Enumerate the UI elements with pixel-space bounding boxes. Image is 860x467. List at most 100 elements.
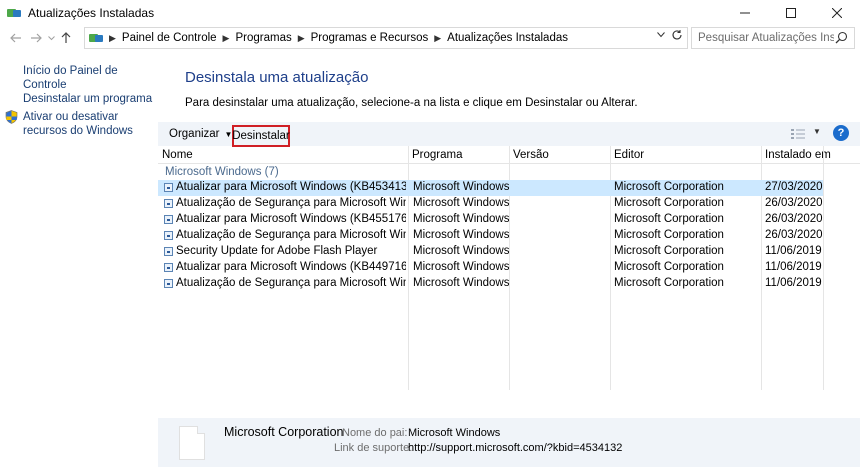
view-options-button[interactable] bbox=[791, 128, 805, 143]
cell-installed: 11/06/2019 bbox=[765, 245, 822, 257]
organize-label: Organizar bbox=[169, 128, 220, 140]
cell-publisher: Microsoft Corporation bbox=[614, 261, 724, 273]
close-button[interactable] bbox=[814, 0, 860, 26]
cell-installed: 26/03/2020 bbox=[765, 229, 823, 241]
column-divider[interactable] bbox=[823, 146, 824, 390]
update-icon bbox=[164, 263, 173, 272]
search-icon[interactable] bbox=[835, 31, 848, 47]
up-button[interactable] bbox=[56, 27, 76, 49]
cell-program: Microsoft Windows bbox=[413, 261, 510, 273]
help-button[interactable]: ? bbox=[833, 125, 849, 141]
column-header-installed[interactable]: Instalado em bbox=[765, 149, 831, 161]
uninstall-program-link[interactable]: Desinstalar um programa bbox=[23, 92, 152, 106]
minimize-icon bbox=[740, 12, 750, 14]
cell-program: Microsoft Windows bbox=[413, 181, 510, 193]
breadcrumb-item[interactable]: Programas e Recursos bbox=[311, 32, 429, 44]
maximize-icon bbox=[786, 8, 796, 18]
page-title: Desinstala uma atualização bbox=[185, 69, 369, 86]
update-icon bbox=[164, 215, 173, 224]
breadcrumb-item[interactable]: Painel de Controle bbox=[122, 32, 217, 44]
update-icon bbox=[164, 247, 173, 256]
table-row[interactable]: Atualizar para Microsoft Windows (KB4534… bbox=[158, 180, 823, 196]
cell-installed: 27/03/2020 bbox=[765, 181, 823, 193]
details-publisher: Microsoft Corporation bbox=[224, 425, 344, 439]
control-panel-home-link[interactable]: Início do Painel de Controle bbox=[23, 64, 158, 92]
details-view-icon bbox=[791, 129, 805, 139]
cell-name: Security Update for Adobe Flash Player bbox=[176, 245, 378, 257]
address-dropdown-button[interactable] bbox=[657, 30, 665, 41]
parent-name-label: Nome do pai: bbox=[342, 427, 408, 439]
shield-icon bbox=[5, 110, 18, 124]
left-task-pane: Início do Painel de Controle Desinstalar… bbox=[0, 50, 158, 467]
search-input[interactable] bbox=[698, 32, 834, 44]
recent-locations-button[interactable] bbox=[46, 27, 56, 49]
table-row[interactable]: Atualização de Segurança para Microsoft … bbox=[158, 228, 823, 244]
back-button[interactable] bbox=[6, 27, 26, 49]
table-row[interactable]: Atualização de Segurança para Microsoft … bbox=[158, 196, 823, 212]
document-icon bbox=[179, 426, 205, 460]
details-pane: Microsoft Corporation Nome do pai: Micro… bbox=[158, 418, 860, 467]
table-row[interactable]: Atualizar para Microsoft Windows (KB4551… bbox=[158, 212, 823, 228]
cell-name: Atualização de Segurança para Microsoft … bbox=[176, 197, 406, 209]
cell-program: Microsoft Windows bbox=[413, 245, 510, 257]
cell-installed: 11/06/2019 bbox=[765, 261, 822, 273]
refresh-icon bbox=[672, 30, 682, 40]
minimize-button[interactable] bbox=[722, 0, 768, 26]
cell-name: Atualizar para Microsoft Windows (KB4534… bbox=[176, 181, 406, 193]
control-panel-icon bbox=[7, 8, 21, 18]
breadcrumb-separator: ▶ bbox=[109, 32, 116, 43]
table-row[interactable]: Security Update for Adobe Flash Player M… bbox=[158, 244, 823, 260]
cell-name: Atualização de Segurança para Microsoft … bbox=[176, 277, 406, 289]
address-bar[interactable]: ▶ Painel de Controle ▶ Programas ▶ Progr… bbox=[84, 27, 688, 49]
update-icon bbox=[164, 231, 173, 240]
cell-installed: 26/03/2020 bbox=[765, 197, 823, 209]
cell-name: Atualizar para Microsoft Windows (KB4551… bbox=[176, 213, 406, 225]
cell-program: Microsoft Windows bbox=[413, 229, 510, 241]
table-row[interactable]: Atualizar para Microsoft Windows (KB4497… bbox=[158, 260, 823, 276]
maximize-button[interactable] bbox=[768, 0, 814, 26]
column-header-version[interactable]: Versão bbox=[513, 149, 549, 161]
organize-button[interactable]: Organizar ▼ bbox=[169, 128, 232, 140]
column-header-name[interactable]: Nome bbox=[162, 149, 193, 161]
forward-button[interactable] bbox=[26, 27, 46, 49]
breadcrumb-item[interactable]: Programas bbox=[235, 32, 291, 44]
window-controls bbox=[722, 0, 860, 26]
support-link-value[interactable]: http://support.microsoft.com/?kbid=45341… bbox=[408, 442, 622, 454]
cell-publisher: Microsoft Corporation bbox=[614, 213, 724, 225]
cell-publisher: Microsoft Corporation bbox=[614, 245, 724, 257]
cell-publisher: Microsoft Corporation bbox=[614, 229, 724, 241]
close-icon bbox=[832, 8, 842, 18]
support-link-label: Link de suporte: bbox=[334, 442, 413, 454]
cell-publisher: Microsoft Corporation bbox=[614, 181, 724, 193]
windows-features-link[interactable]: Ativar ou desativar recursos do Windows bbox=[23, 110, 155, 138]
control-panel-icon bbox=[89, 33, 103, 43]
navigation-bar: ▶ Painel de Controle ▶ Programas ▶ Progr… bbox=[0, 26, 860, 50]
cell-installed: 26/03/2020 bbox=[765, 213, 823, 225]
view-dropdown-button[interactable]: ▼ bbox=[813, 127, 821, 136]
cell-program: Microsoft Windows bbox=[413, 213, 510, 225]
update-icon bbox=[164, 199, 173, 208]
breadcrumb-separator: ▶ bbox=[434, 32, 442, 43]
update-icon bbox=[164, 279, 173, 288]
parent-name-value: Microsoft Windows bbox=[408, 427, 501, 439]
cell-publisher: Microsoft Corporation bbox=[614, 197, 724, 209]
title-bar: Atualizações Instaladas bbox=[0, 0, 860, 26]
chevron-down-icon bbox=[47, 35, 55, 40]
cell-installed: 11/06/2019 bbox=[765, 277, 822, 289]
window-title: Atualizações Instaladas bbox=[28, 6, 155, 20]
column-header-publisher[interactable]: Editor bbox=[614, 149, 644, 161]
update-icon bbox=[164, 183, 173, 192]
cell-name: Atualizar para Microsoft Windows (KB4497… bbox=[176, 261, 406, 273]
breadcrumb-item[interactable]: Atualizações Instaladas bbox=[447, 32, 568, 44]
breadcrumb-separator: ▶ bbox=[222, 32, 230, 43]
column-header-program[interactable]: Programa bbox=[412, 149, 463, 161]
table-row[interactable]: Atualização de Segurança para Microsoft … bbox=[158, 276, 823, 292]
search-box[interactable] bbox=[691, 27, 855, 49]
page-description: Para desinstalar uma atualização, seleci… bbox=[185, 97, 638, 109]
back-arrow-icon bbox=[10, 33, 21, 43]
cell-publisher: Microsoft Corporation bbox=[614, 277, 724, 289]
group-header[interactable]: Microsoft Windows (7) bbox=[165, 166, 279, 178]
command-toolbar: Organizar ▼ Desinstalar ▼ ? bbox=[158, 122, 860, 147]
uninstall-button[interactable]: Desinstalar bbox=[232, 125, 290, 147]
refresh-button[interactable] bbox=[671, 29, 683, 44]
